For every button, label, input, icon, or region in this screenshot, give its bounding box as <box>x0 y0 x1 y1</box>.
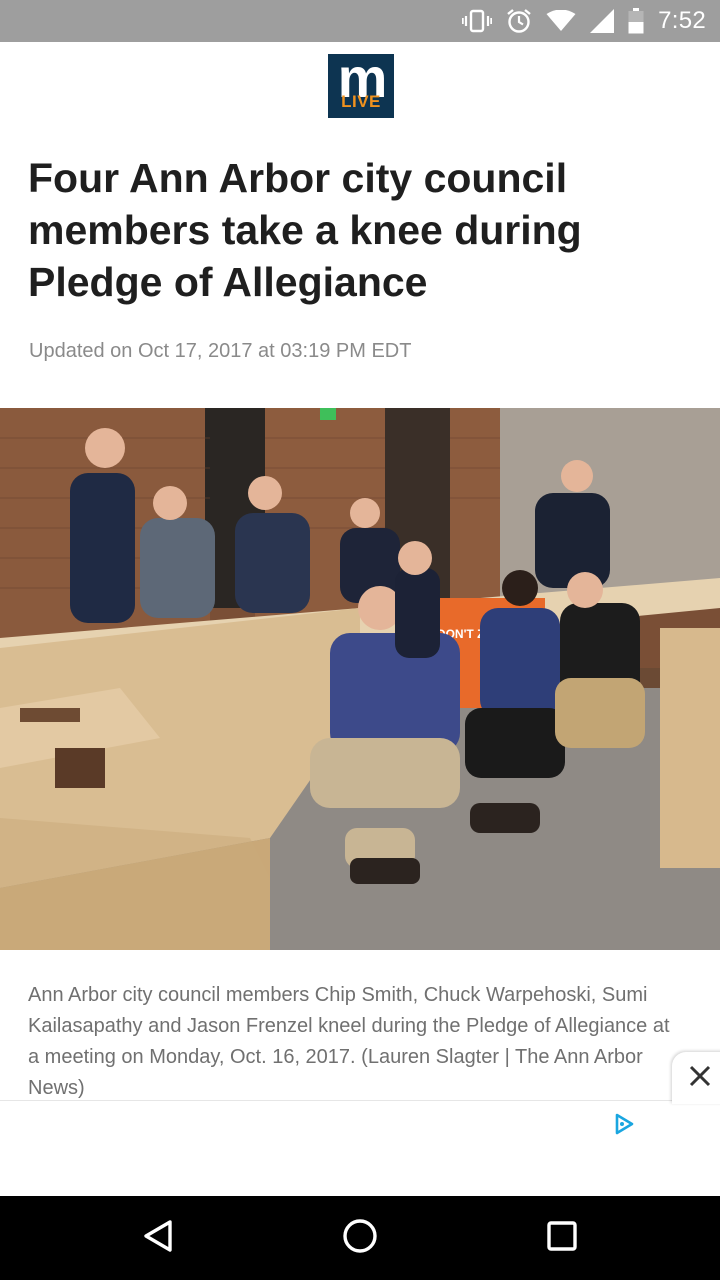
close-icon <box>688 1064 712 1093</box>
close-ad-button[interactable] <box>672 1052 720 1104</box>
article-headline: Four Ann Arbor city council members take… <box>28 155 582 305</box>
alarm-icon <box>506 8 532 34</box>
home-icon <box>342 1218 378 1259</box>
status-time: 7:52 <box>658 7 706 34</box>
back-icon <box>142 1219 174 1258</box>
recents-icon <box>546 1220 578 1257</box>
adchoices-icon[interactable] <box>612 1112 636 1136</box>
signal-icon <box>590 9 615 33</box>
photo-caption: Ann Arbor city council members Chip Smit… <box>28 984 670 1099</box>
navigation-bar <box>0 1196 720 1280</box>
logo-sub-text: LIVE <box>341 92 381 111</box>
back-button[interactable] <box>98 1196 218 1280</box>
mlive-logo[interactable]: m LIVE <box>328 50 394 118</box>
vibrate-icon <box>462 9 493 33</box>
battery-icon <box>628 8 644 34</box>
status-bar: 7:52 <box>0 0 720 42</box>
recents-button[interactable] <box>502 1196 622 1280</box>
home-button[interactable] <box>300 1196 420 1280</box>
status-icons: 7:52 <box>462 0 706 42</box>
article-updated-date: Updated on Oct 17, 2017 at 03:19 PM EDT <box>29 340 412 362</box>
wifi-icon <box>546 10 576 32</box>
article-photo[interactable]: DON'T ZONE OUT! <box>0 408 720 950</box>
